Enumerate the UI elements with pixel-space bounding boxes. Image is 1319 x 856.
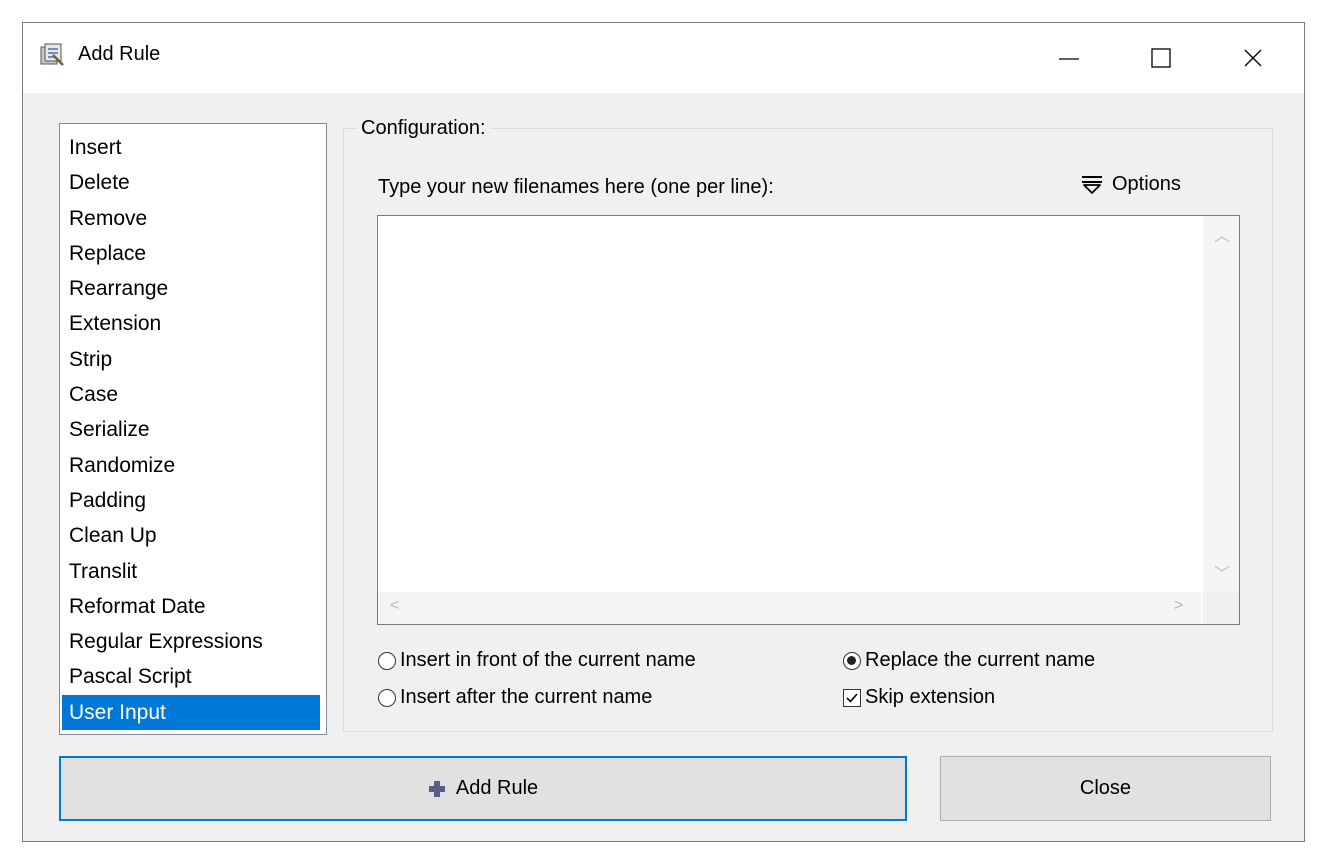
skip-extension-label: Skip extension — [865, 686, 996, 708]
window-title: Add Rule — [78, 43, 161, 65]
list-item[interactable]: Padding — [62, 483, 320, 518]
list-item[interactable]: Replace — [62, 236, 320, 271]
title-bar[interactable]: Add Rule — [23, 23, 1304, 93]
radio-icon[interactable] — [378, 688, 396, 707]
minimize-icon — [1059, 58, 1079, 60]
close-button[interactable]: Close — [940, 756, 1271, 821]
list-item[interactable]: Remove — [62, 201, 320, 236]
radio-checked-icon[interactable] — [843, 651, 861, 670]
vertical-scrollbar[interactable]: ︿ ﹀ — [1203, 216, 1239, 592]
list-item[interactable]: Insert — [62, 130, 320, 165]
list-item[interactable]: Strip — [62, 342, 320, 377]
filenames-textarea[interactable] — [378, 216, 1198, 592]
options-button[interactable]: Options — [1080, 173, 1181, 196]
list-item[interactable]: Extension — [62, 306, 320, 341]
list-item[interactable]: Delete — [62, 165, 320, 200]
insert-front-radio[interactable]: Insert in front of the current name — [378, 649, 696, 672]
list-item[interactable]: Reformat Date — [62, 589, 320, 624]
replace-current-label: Replace the current name — [865, 649, 1096, 671]
plus-icon — [428, 780, 445, 797]
close-label: Close — [1079, 777, 1132, 799]
list-item[interactable]: Randomize — [62, 448, 320, 483]
add-rule-button[interactable]: Add Rule — [59, 756, 907, 821]
minimize-button[interactable] — [1023, 23, 1115, 93]
close-icon — [1244, 49, 1262, 67]
filenames-prompt-label: Type your new filenames here (one per li… — [378, 176, 774, 198]
maximize-icon — [1151, 48, 1171, 68]
radio-icon[interactable] — [378, 651, 396, 670]
configuration-legend: Configuration: — [357, 117, 490, 140]
options-dropdown-icon — [1082, 175, 1102, 194]
filenames-textarea-container: ︿ ﹀ < > — [377, 215, 1240, 625]
list-item[interactable]: Case — [62, 377, 320, 412]
insert-front-label: Insert in front of the current name — [400, 649, 696, 671]
list-item[interactable]: Translit — [62, 554, 320, 589]
scroll-up-icon[interactable]: ︿ — [1214, 222, 1230, 246]
list-item[interactable]: Regular Expressions — [62, 624, 320, 659]
options-label: Options — [1112, 173, 1181, 195]
list-item[interactable]: Rearrange — [62, 271, 320, 306]
list-item[interactable]: Serialize — [62, 412, 320, 447]
scroll-right-icon[interactable]: > — [1174, 597, 1183, 615]
app-icon — [39, 41, 65, 67]
scroll-left-icon[interactable]: < — [390, 597, 399, 615]
list-item[interactable]: Pascal Script — [62, 659, 320, 694]
maximize-button[interactable] — [1115, 23, 1207, 93]
rules-listbox[interactable]: Insert Delete Remove Replace Rearrange E… — [59, 123, 327, 735]
add-rule-label: Add Rule — [455, 777, 539, 799]
scroll-down-icon[interactable]: ﹀ — [1214, 560, 1230, 584]
skip-extension-checkbox[interactable]: Skip extension — [843, 686, 995, 709]
insert-after-label: Insert after the current name — [400, 686, 653, 708]
horizontal-scrollbar[interactable]: < > — [378, 592, 1202, 624]
list-item[interactable]: Clean Up — [62, 518, 320, 553]
close-window-button[interactable] — [1207, 23, 1299, 93]
add-rule-dialog: Add Rule Insert Delete Remove Replace Re… — [22, 22, 1305, 842]
insert-after-radio[interactable]: Insert after the current name — [378, 686, 652, 709]
scroll-corner — [1203, 592, 1239, 624]
checkbox-checked-icon[interactable] — [843, 688, 861, 707]
list-item-selected[interactable]: User Input — [62, 694, 320, 731]
replace-current-radio[interactable]: Replace the current name — [843, 649, 1095, 672]
